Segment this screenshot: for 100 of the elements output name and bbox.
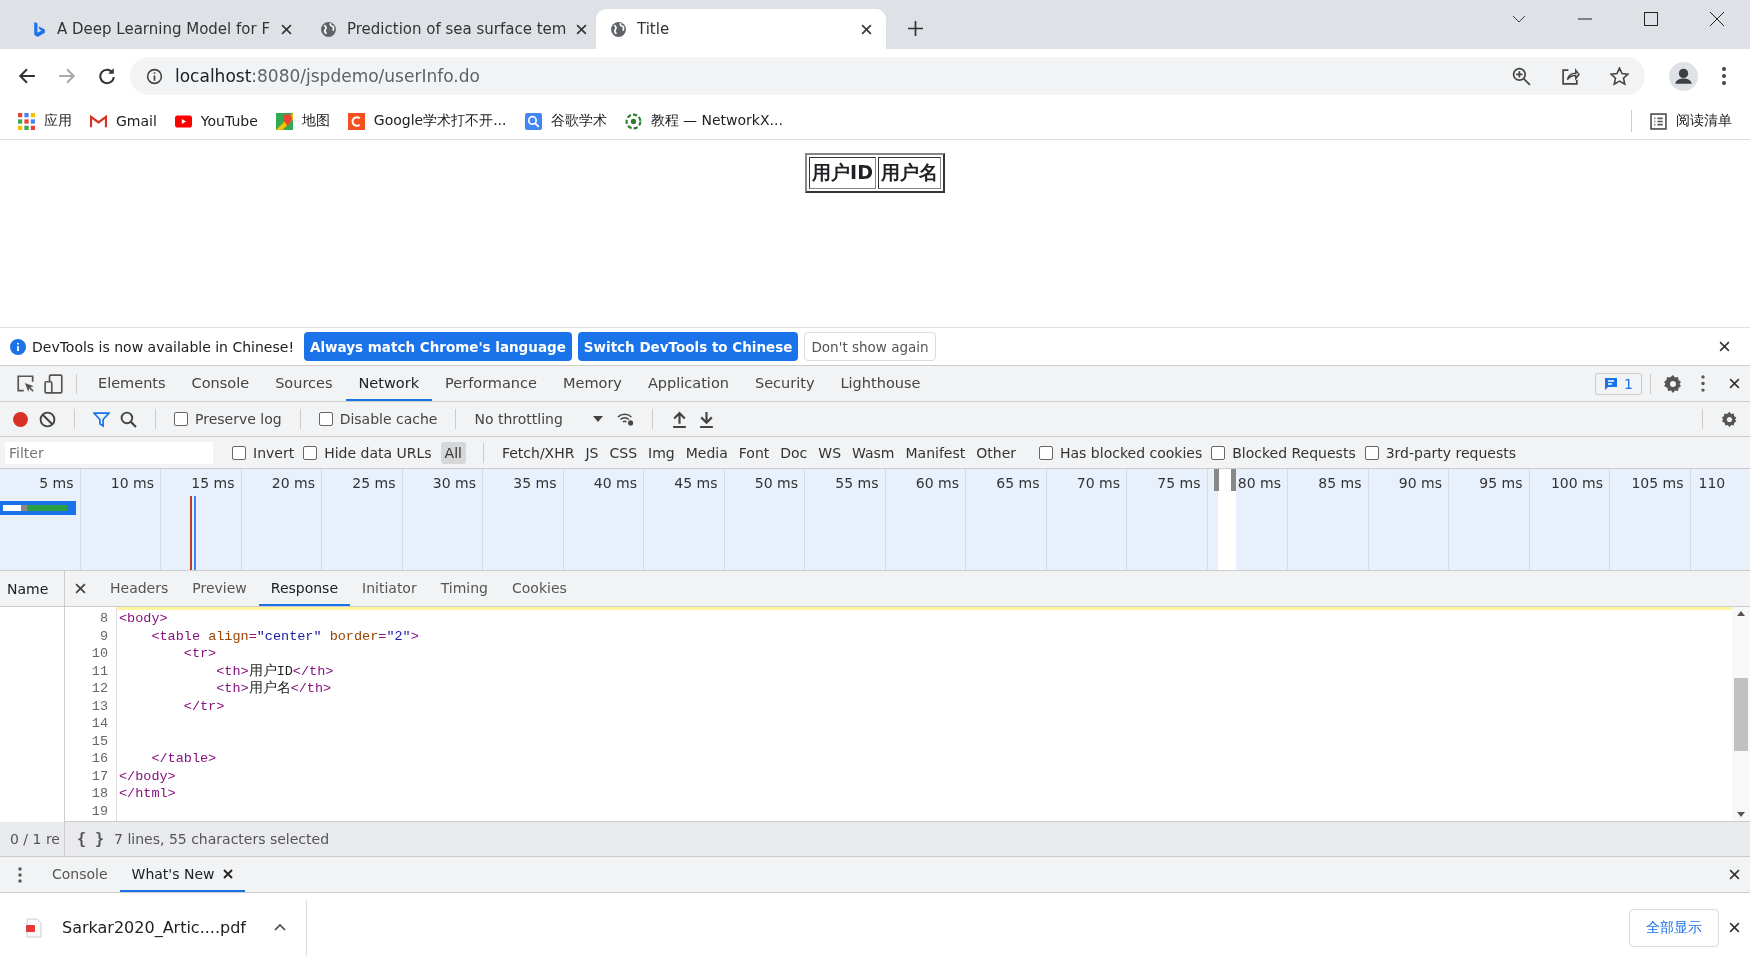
type-filter-button[interactable]: Fetch/XHR — [500, 441, 576, 464]
type-filter-button[interactable]: Img — [647, 441, 676, 464]
browser-tab[interactable]: Title — [596, 9, 886, 49]
show-all-button[interactable]: 全部显示 — [1629, 908, 1719, 947]
bookmark[interactable]: 地图 — [275, 112, 330, 130]
star-icon[interactable] — [1610, 66, 1629, 86]
type-filter-button[interactable]: Other — [975, 441, 1017, 464]
overview-selection-window[interactable] — [1218, 469, 1236, 570]
settings-icon[interactable] — [1721, 410, 1738, 428]
close-icon[interactable] — [1729, 869, 1740, 880]
chevron-up-icon[interactable] — [273, 924, 286, 931]
record-icon[interactable] — [12, 410, 29, 428]
checkbox-option[interactable]: 3rd-party requests — [1364, 444, 1516, 461]
devtools-tab[interactable]: Lighthouse — [827, 366, 934, 401]
more-options-icon[interactable] — [1701, 375, 1705, 392]
checkbox-option[interactable]: Blocked Requests — [1211, 444, 1356, 461]
close-icon[interactable] — [1719, 341, 1730, 352]
close-icon[interactable] — [1729, 378, 1740, 389]
scroll-down-icon[interactable] — [1737, 812, 1745, 817]
close-icon[interactable] — [861, 23, 872, 35]
settings-icon[interactable] — [1663, 373, 1683, 394]
download-icon[interactable] — [697, 410, 715, 428]
filter-icon[interactable] — [93, 410, 110, 428]
infobar-button[interactable]: Don't show again — [804, 332, 936, 361]
checkbox-option[interactable]: Hide data URLs — [303, 444, 432, 461]
search-icon[interactable] — [120, 410, 137, 428]
close-icon[interactable] — [576, 23, 588, 35]
avatar-icon[interactable] — [1669, 61, 1698, 91]
checkbox[interactable] — [1364, 445, 1379, 460]
device-icon[interactable] — [44, 373, 64, 394]
filter-field[interactable]: Filter — [5, 441, 213, 464]
detail-tab[interactable]: Cookies — [500, 571, 579, 606]
browser-tab[interactable]: A Deep Learning Model for F — [16, 9, 306, 49]
clear-icon[interactable] — [39, 410, 56, 428]
checkbox[interactable] — [174, 412, 188, 426]
type-filter-button[interactable]: CSS — [608, 441, 639, 464]
infobar-button[interactable]: Switch DevTools to Chinese — [577, 332, 799, 361]
type-filter-button[interactable]: WS — [817, 441, 843, 464]
checkbox[interactable] — [232, 445, 246, 460]
issues-badge[interactable]: 1 — [1595, 372, 1642, 395]
browser-tab[interactable]: Prediction of sea surface tem — [306, 9, 596, 49]
bookmark[interactable]: YouTube — [174, 112, 258, 130]
drawer-tab[interactable]: Console — [40, 857, 120, 892]
devtools-tab[interactable]: Application — [634, 366, 742, 401]
maximize-icon[interactable] — [1644, 12, 1658, 26]
bookmark[interactable]: 应用 — [18, 112, 72, 130]
type-filter-button[interactable]: Font — [737, 441, 771, 464]
name-column-header[interactable]: Name — [0, 571, 64, 607]
devtools-tab[interactable]: Memory — [549, 366, 635, 401]
type-filter-button[interactable]: All — [440, 441, 466, 464]
checkbox-option[interactable]: Disable cache — [318, 411, 438, 427]
devtools-tab[interactable]: Performance — [432, 366, 550, 401]
type-filter-button[interactable]: Manifest — [904, 441, 967, 464]
close-icon[interactable] — [1710, 12, 1724, 26]
devtools-tab[interactable]: Sources — [262, 366, 346, 401]
bookmark[interactable]: 谷歌学术 — [524, 112, 607, 130]
detail-tab[interactable]: Timing — [428, 571, 500, 606]
more-options-icon[interactable] — [18, 866, 22, 883]
close-icon[interactable] — [75, 583, 86, 594]
devtools-tab[interactable]: Security — [741, 366, 828, 401]
checkbox[interactable] — [303, 445, 318, 460]
detail-tab[interactable]: Headers — [98, 571, 181, 606]
checkbox-option[interactable]: Has blocked cookies — [1039, 444, 1203, 461]
close-icon[interactable] — [222, 868, 233, 879]
detail-tab[interactable]: Preview — [180, 571, 259, 606]
menu-icon[interactable] — [1722, 67, 1726, 85]
type-filter-button[interactable]: JS — [584, 441, 600, 464]
selection-handle[interactable] — [1231, 469, 1236, 491]
download-item[interactable]: Sarkar2020_Artic....pdf — [0, 917, 306, 938]
share-icon[interactable] — [1561, 66, 1580, 86]
close-icon[interactable] — [281, 23, 292, 35]
infobar-button[interactable]: Always match Chrome's language — [304, 332, 572, 361]
devtools-tab[interactable]: Console — [178, 366, 263, 401]
reading-list-button[interactable]: 阅读清单 — [1650, 112, 1732, 130]
timeline-overview[interactable]: 5 ms 10 ms 15 ms 20 ms 25 ms 30 ms 35 ms 40 ms 45 ms 50 ms 55 ms 60 ms 65 ms 70 ms 75 ms 80 ms 85 ms 90 ms 95 ms 100 ms 105 ms 110 — [0, 469, 1750, 571]
type-filter-button[interactable]: Media — [684, 441, 729, 464]
checkbox[interactable] — [318, 412, 333, 426]
throttling-dropdown[interactable]: No throttling — [474, 411, 603, 427]
upload-icon[interactable] — [670, 410, 688, 428]
scrollbar-thumb[interactable] — [1734, 678, 1748, 751]
scroll-up-icon[interactable] — [1737, 611, 1745, 616]
type-filter-button[interactable]: Doc — [779, 441, 809, 464]
detail-tab[interactable]: Initiator — [350, 571, 429, 606]
checkbox[interactable] — [1211, 445, 1226, 460]
zoom-in-icon[interactable] — [1512, 66, 1531, 86]
bookmark[interactable]: 教程 — NetworkX... — [624, 112, 783, 130]
checkbox-option[interactable]: Invert — [232, 444, 295, 461]
bookmark[interactable]: Google学术打不开... — [347, 112, 507, 130]
checkbox-option[interactable]: Preserve log — [174, 411, 282, 427]
address-bar[interactable]: localhost:8080/jspdemo/userInfo.do — [130, 57, 1645, 95]
inspect-icon[interactable] — [16, 373, 36, 394]
checkbox[interactable] — [1039, 445, 1053, 460]
close-icon[interactable] — [1729, 922, 1740, 933]
scrollbar[interactable] — [1732, 607, 1750, 821]
bookmark[interactable]: Gmail — [90, 112, 157, 130]
type-filter-button[interactable]: Wasm — [851, 441, 896, 464]
new-tab-icon[interactable] — [908, 21, 923, 36]
pretty-print-button[interactable]: { } — [77, 830, 105, 848]
selection-handle[interactable] — [1214, 469, 1219, 491]
devtools-tab[interactable]: Elements — [85, 366, 179, 401]
